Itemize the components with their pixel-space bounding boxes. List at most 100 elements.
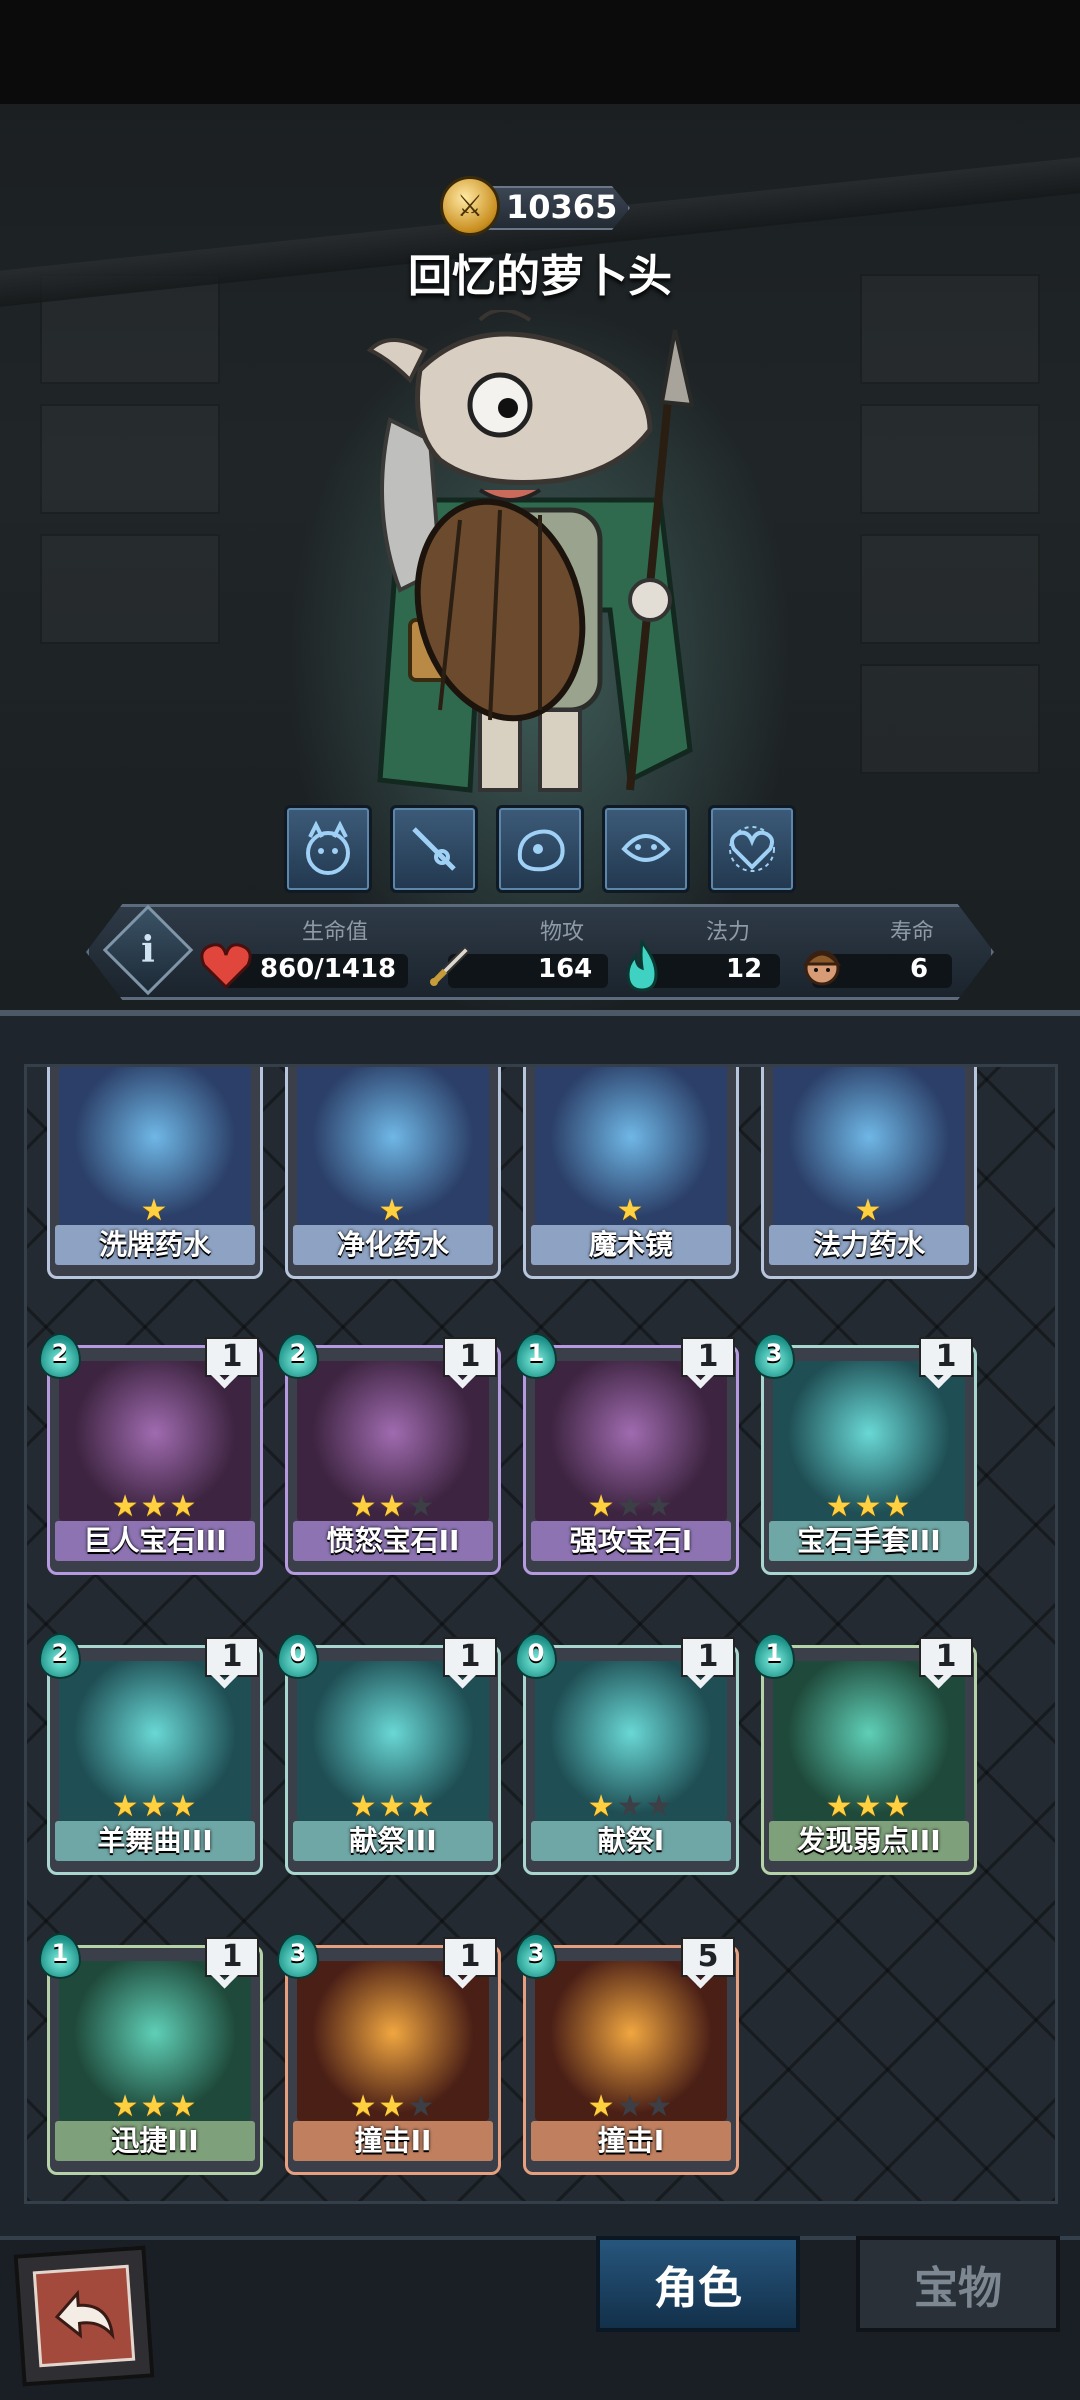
card-item[interactable]: ★★★ 宝石手套III 3 1 xyxy=(753,1333,977,1575)
ability-slot-3[interactable] xyxy=(496,805,584,893)
card-count-value: 1 xyxy=(697,1639,719,1674)
card-count-value: 1 xyxy=(935,1339,957,1374)
life-value: 6 xyxy=(910,954,929,984)
card-item[interactable]: ★ 净化药水 xyxy=(285,1067,501,1279)
star-icon: ★ xyxy=(825,1789,855,1824)
star-icon: ★ xyxy=(407,1489,437,1524)
tab-character[interactable]: 角色 xyxy=(596,2236,800,2332)
star-icon: ★ xyxy=(111,2089,141,2124)
card-count-value: 1 xyxy=(935,1639,957,1674)
status-bar xyxy=(0,0,1080,104)
card-count-value: 1 xyxy=(459,1939,481,1974)
ability-slot-4[interactable] xyxy=(602,805,690,893)
mana-cost-value: 2 xyxy=(289,1339,307,1367)
stone-icon xyxy=(517,829,565,872)
card-count-value: 1 xyxy=(697,1339,719,1374)
card-item[interactable]: ★★★ 巨人宝石III 2 1 xyxy=(39,1333,263,1575)
tab-treasure[interactable]: 宝物 xyxy=(856,2236,1060,2332)
card-stars: ★★★ xyxy=(523,2089,739,2124)
back-button[interactable] xyxy=(13,2245,155,2387)
star-icon: ★ xyxy=(854,1193,884,1228)
card-stars: ★★★ xyxy=(285,1789,501,1824)
card-item[interactable]: ★ 洗牌药水 xyxy=(47,1067,263,1279)
star-icon: ★ xyxy=(587,2089,617,2124)
star-icon: ★ xyxy=(111,1489,141,1524)
star-icon: ★ xyxy=(169,2089,199,2124)
star-icon: ★ xyxy=(616,2089,646,2124)
star-icon: ★ xyxy=(883,1789,913,1824)
star-icon: ★ xyxy=(378,1789,408,1824)
star-icon: ★ xyxy=(854,1489,884,1524)
mana-cost-value: 0 xyxy=(527,1639,545,1667)
mana-cost-value: 3 xyxy=(765,1339,783,1367)
card-item[interactable]: ★★★ 献祭I 0 1 xyxy=(515,1633,739,1875)
star-icon: ★ xyxy=(616,1489,646,1524)
card-count-badge: 1 xyxy=(443,1637,497,1701)
card-count-value: 1 xyxy=(459,1639,481,1674)
card-count-badge: 1 xyxy=(919,1337,973,1401)
ability-slot-5[interactable] xyxy=(708,805,796,893)
card-count-value: 1 xyxy=(221,1939,243,1974)
card-grid: ★ 洗牌药水 ★ 净化药水 ★ 魔术镜 ★ 法力药水 ★★★ 巨人宝石III 2 1 ★★★ 愤怒宝石II… xyxy=(24,1064,1058,2204)
card-stars: ★ xyxy=(47,1193,263,1228)
card-item[interactable]: ★★★ 撞击I 3 5 xyxy=(515,1933,739,2175)
mana-cost-badge: 2 xyxy=(39,1633,81,1679)
card-name: 洗牌药水 xyxy=(55,1225,255,1265)
mana-cost-badge: 1 xyxy=(753,1633,795,1679)
mana-cost-badge: 1 xyxy=(515,1333,557,1379)
star-icon: ★ xyxy=(407,1789,437,1824)
card-name: 巨人宝石III xyxy=(55,1521,255,1561)
card-item[interactable]: ★ 法力药水 xyxy=(761,1067,977,1279)
card-count-badge: 5 xyxy=(681,1937,735,2001)
star-icon: ★ xyxy=(140,2089,170,2124)
card-count-badge: 1 xyxy=(919,1637,973,1701)
star-icon: ★ xyxy=(349,1489,379,1524)
info-icon: i xyxy=(141,929,155,971)
life-label: 寿命 xyxy=(890,920,935,945)
mana-label: 法力 xyxy=(706,920,751,945)
star-icon: ★ xyxy=(140,1489,170,1524)
mana-cost-badge: 1 xyxy=(39,1933,81,1979)
stat-mana: 法力 12 xyxy=(626,914,786,992)
card-item[interactable]: ★★★ 献祭III 0 1 xyxy=(277,1633,501,1875)
card-stars: ★ xyxy=(761,1193,977,1228)
card-name: 净化药水 xyxy=(293,1225,493,1265)
star-icon: ★ xyxy=(378,1489,408,1524)
card-item[interactable]: ★★★ 发现弱点III 1 1 xyxy=(753,1633,977,1875)
hp-value: 860/1418 xyxy=(260,954,397,984)
mana-cost-value: 2 xyxy=(51,1639,69,1667)
card-item[interactable]: ★★★ 撞击II 3 1 xyxy=(277,1933,501,2175)
star-icon: ★ xyxy=(587,1489,617,1524)
card-item[interactable]: ★ 魔术镜 xyxy=(523,1067,739,1279)
card-item[interactable]: ★★★ 羊舞曲III 2 1 xyxy=(39,1633,263,1875)
star-icon: ★ xyxy=(349,1789,379,1824)
star-icon: ★ xyxy=(140,1193,170,1228)
card-count-badge: 1 xyxy=(443,1937,497,2001)
stat-hp: 生命值 860/1418 xyxy=(200,914,418,990)
stat-attack: 物攻 164 xyxy=(430,914,610,990)
card-stars: ★ xyxy=(523,1193,739,1228)
gold-amount: 10365 xyxy=(506,188,618,226)
card-item[interactable]: ★★★ 强攻宝石I 1 1 xyxy=(515,1333,739,1575)
mana-cost-badge: 3 xyxy=(277,1933,319,1979)
ability-icons xyxy=(284,805,796,893)
mana-cost-badge: 0 xyxy=(515,1633,557,1679)
back-arrow-icon xyxy=(54,2289,115,2340)
card-name: 撞击II xyxy=(293,2121,493,2161)
card-name: 献祭I xyxy=(531,1821,731,1861)
card-stars: ★★★ xyxy=(285,2089,501,2124)
ability-slot-2[interactable] xyxy=(390,805,478,893)
card-count-badge: 1 xyxy=(681,1337,735,1401)
mana-cost-value: 1 xyxy=(765,1639,783,1667)
mana-cost-badge: 2 xyxy=(39,1333,81,1379)
ability-slot-1[interactable] xyxy=(284,805,372,893)
card-item[interactable]: ★★★ 愤怒宝石II 2 1 xyxy=(277,1333,501,1575)
card-stars: ★★★ xyxy=(523,1789,739,1824)
card-item[interactable]: ★★★ 迅捷III 1 1 xyxy=(39,1933,263,2175)
card-name: 法力药水 xyxy=(769,1225,969,1265)
card-stars: ★★★ xyxy=(47,1489,263,1524)
star-icon: ★ xyxy=(645,1489,675,1524)
monster-face-icon xyxy=(306,820,350,875)
star-icon: ★ xyxy=(169,1489,199,1524)
card-name: 迅捷III xyxy=(55,2121,255,2161)
